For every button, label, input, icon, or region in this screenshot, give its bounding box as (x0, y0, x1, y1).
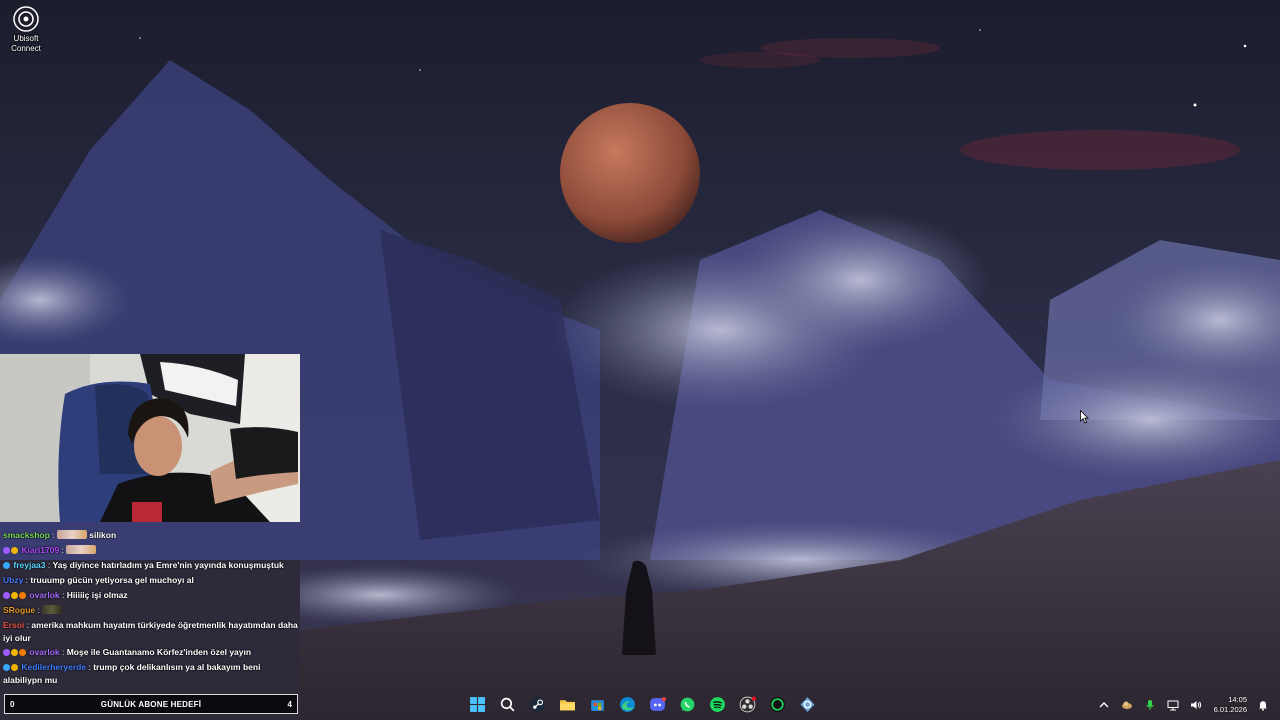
network-icon (1167, 700, 1179, 711)
desktop-icon-label: Ubisoft Connect (11, 34, 41, 53)
discord-icon (649, 696, 666, 711)
windows-icon (469, 696, 485, 712)
notifications-button[interactable] (1256, 698, 1270, 712)
start-button[interactable] (466, 693, 488, 715)
taskbar-clock[interactable]: 14:05 6.01.2026 (1214, 695, 1247, 715)
chat-message: smackshop : silikon (3, 530, 117, 540)
bits-badge-icon (11, 547, 18, 554)
file-explorer-button[interactable] (556, 693, 578, 715)
ubisoft-connect-icon (13, 6, 39, 32)
chat-message: ovarlok : Hiiiiiç işi olmaz (3, 588, 300, 603)
cloud-app-icon (1121, 701, 1132, 709)
clock-date: 6.01.2026 (1213, 705, 1247, 714)
emote-image (66, 545, 97, 554)
xbox-icon (769, 696, 785, 712)
microphone-button[interactable] (1143, 698, 1157, 712)
chat-message: Kedilerheryerde : trump çok delikanlısın… (3, 662, 261, 685)
chat-message: Ubzy : truuump gücün yetiyorsa gel mucho… (3, 575, 194, 585)
spotify-button[interactable] (706, 693, 728, 715)
volume-button[interactable] (1189, 698, 1203, 712)
prime-badge-icon (3, 562, 10, 569)
search-icon (500, 697, 514, 711)
steam-button[interactable] (526, 693, 548, 715)
chat-username: SRogue (3, 605, 36, 615)
spotify-icon (709, 696, 725, 712)
network-button[interactable] (1166, 698, 1180, 712)
obs-button[interactable] (736, 693, 758, 715)
subscriber-badge-icon (3, 547, 10, 554)
discord-button[interactable] (646, 693, 668, 715)
bits-badge-icon (11, 649, 18, 656)
desktop-icon-ubisoft-connect[interactable]: Ubisoft Connect (4, 6, 48, 54)
subscriber-goal-bar: 0 GÜNLÜK ABONE HEDEFİ 4 (4, 694, 298, 714)
store-icon (590, 699, 604, 711)
xbox-button[interactable] (766, 693, 788, 715)
microphone-icon (1145, 700, 1154, 710)
tray-app-button[interactable] (1120, 698, 1134, 712)
gift-badge-icon (19, 592, 26, 599)
chat-message: Ersoi : amerika mahkum hayatım türkiyede… (3, 620, 298, 643)
show-hidden-icons-button[interactable] (1097, 698, 1111, 712)
chat-text: Yaş diyince hatırladım ya Emre'nin yayın… (52, 560, 284, 570)
webcam-overlay (0, 354, 300, 522)
gift-badge-icon (19, 649, 26, 656)
chat-message: ovarlok : Moşe ile Guantanamo Körfez'ind… (3, 645, 300, 660)
chat-text: silikon (89, 530, 117, 540)
steam-icon (529, 696, 545, 712)
subscriber-badge-icon (3, 592, 10, 599)
emote-image (42, 605, 63, 614)
clock-time: 14:05 (1228, 695, 1247, 704)
edge-icon (619, 696, 635, 712)
chat-message: freyjaa3 : Yaş diyince hatırladım ya Emr… (3, 558, 300, 573)
chat-username: ovarlok (29, 590, 60, 600)
subscriber-badge-icon (3, 649, 10, 656)
emote-image (56, 530, 87, 539)
goal-label: GÜNLÜK ABONE HEDEFİ (100, 699, 202, 709)
chat-text: Hiiiiiç işi olmaz (66, 590, 128, 600)
chat-message: Kiari1709 : (3, 543, 300, 558)
volume-icon (1190, 701, 1201, 709)
goal-target-count: 4 (287, 699, 292, 709)
taskbar (466, 692, 818, 716)
bits-badge-icon (11, 592, 18, 599)
stream-chat: smackshop : silikon Kiari1709 : freyjaa3… (0, 528, 300, 690)
store-button[interactable] (586, 693, 608, 715)
chat-username: smackshop (3, 530, 50, 540)
bits-badge-icon (11, 664, 18, 671)
search-button[interactable] (496, 693, 518, 715)
chat-message: SRogue : (3, 603, 300, 618)
chat-text: truuump gücün yetiyorsa gel muchoyı al (30, 575, 194, 585)
chat-username: Kiari1709 (21, 545, 60, 555)
prime-badge-icon (3, 664, 10, 671)
chat-username: Ubzy (3, 575, 24, 585)
mouse-cursor-icon (1080, 410, 1089, 424)
chat-username: freyjaa3 (13, 560, 46, 570)
chevron-up-icon (1099, 702, 1109, 708)
chat-text: amerika mahkum hayatım türkiyede öğretme… (3, 620, 298, 643)
edge-button[interactable] (616, 693, 638, 715)
whatsapp-icon (680, 697, 694, 711)
chat-username: Kedilerheryerde (21, 662, 87, 672)
system-tray: 14:05 6.01.2026 (1097, 692, 1270, 718)
chat-username: Ersoi (3, 620, 25, 630)
obs-icon (739, 696, 756, 712)
ubisoft-icon (800, 696, 814, 712)
notification-bell-icon (1259, 701, 1267, 711)
ubisoft-button[interactable] (796, 693, 818, 715)
folder-icon (559, 699, 575, 710)
whatsapp-button[interactable] (676, 693, 698, 715)
chat-username: ovarlok (29, 647, 60, 657)
chat-text: Moşe ile Guantanamo Körfez'inden özel ya… (66, 647, 252, 657)
